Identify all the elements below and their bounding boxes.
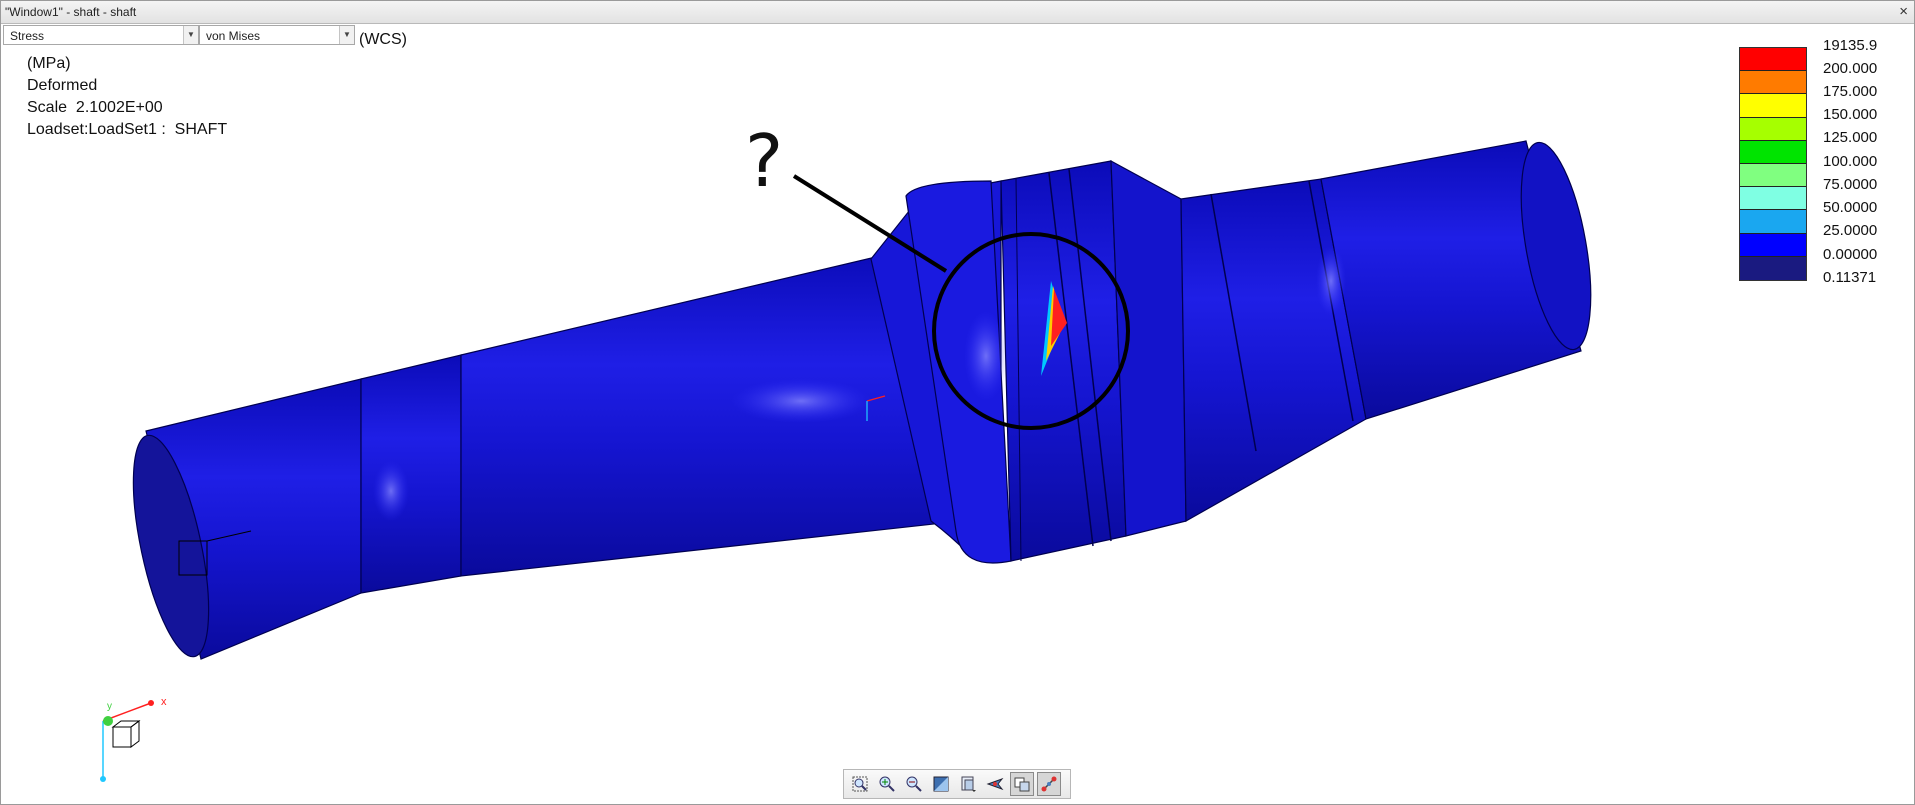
zoom-window-icon (852, 776, 868, 792)
legend-label: 0.11371 (1823, 269, 1877, 286)
legend-label: 175.000 (1823, 83, 1878, 100)
legend-swatch (1740, 233, 1806, 257)
annotation-question-mark: ? (745, 119, 784, 203)
view-toolbar (843, 769, 1071, 799)
x-axis-label: x (161, 696, 167, 708)
window-title: "Window1" - shaft - shaft (5, 5, 137, 19)
datum-display-icon (1041, 776, 1057, 792)
shading-button[interactable] (929, 772, 953, 796)
shading-icon (933, 776, 949, 792)
stress-legend (1739, 47, 1807, 281)
model-viewport[interactable] (1, 24, 1914, 804)
zoom-window-button[interactable] (848, 772, 872, 796)
fea-results-window: "Window1" - shaft - shaft × Stress ▼ von… (0, 0, 1915, 805)
zoom-out-icon (906, 776, 922, 792)
title-bar: "Window1" - shaft - shaft × (1, 1, 1914, 24)
legend-label: 150.000 (1823, 106, 1878, 123)
legend-label: 200.000 (1823, 60, 1878, 77)
legend-swatch (1740, 140, 1806, 164)
legend-swatch (1740, 71, 1806, 95)
legend-swatch (1740, 94, 1806, 118)
legend-swatch (1740, 48, 1806, 72)
legend-swatch (1740, 117, 1806, 141)
y-axis-label: y (107, 701, 112, 712)
zoom-in-button[interactable] (875, 772, 899, 796)
spin-center-button[interactable] (983, 772, 1007, 796)
saved-views-button[interactable] (956, 772, 980, 796)
spin-center-icon (986, 777, 1004, 791)
saved-views-icon (961, 776, 976, 792)
legend-swatch (1740, 256, 1806, 280)
display-style-button[interactable] (1010, 772, 1034, 796)
datum-display-button[interactable] (1037, 772, 1061, 796)
legend-label: 25.0000 (1823, 222, 1878, 239)
legend-swatch (1740, 163, 1806, 188)
close-icon[interactable]: × (1899, 3, 1908, 20)
zoom-in-icon (879, 776, 895, 792)
legend-swatch (1740, 210, 1806, 234)
display-style-icon (1014, 777, 1030, 792)
legend-label: 0.00000 (1823, 246, 1878, 263)
legend-label: 75.0000 (1823, 176, 1878, 193)
legend-swatch (1740, 187, 1806, 211)
legend-label: 125.000 (1823, 129, 1878, 146)
legend-label: 100.000 (1823, 153, 1878, 170)
zoom-out-button[interactable] (902, 772, 926, 796)
legend-label: 50.0000 (1823, 199, 1878, 216)
coordinate-triad: x y (100, 696, 167, 782)
legend-label: 19135.9 (1823, 37, 1878, 54)
